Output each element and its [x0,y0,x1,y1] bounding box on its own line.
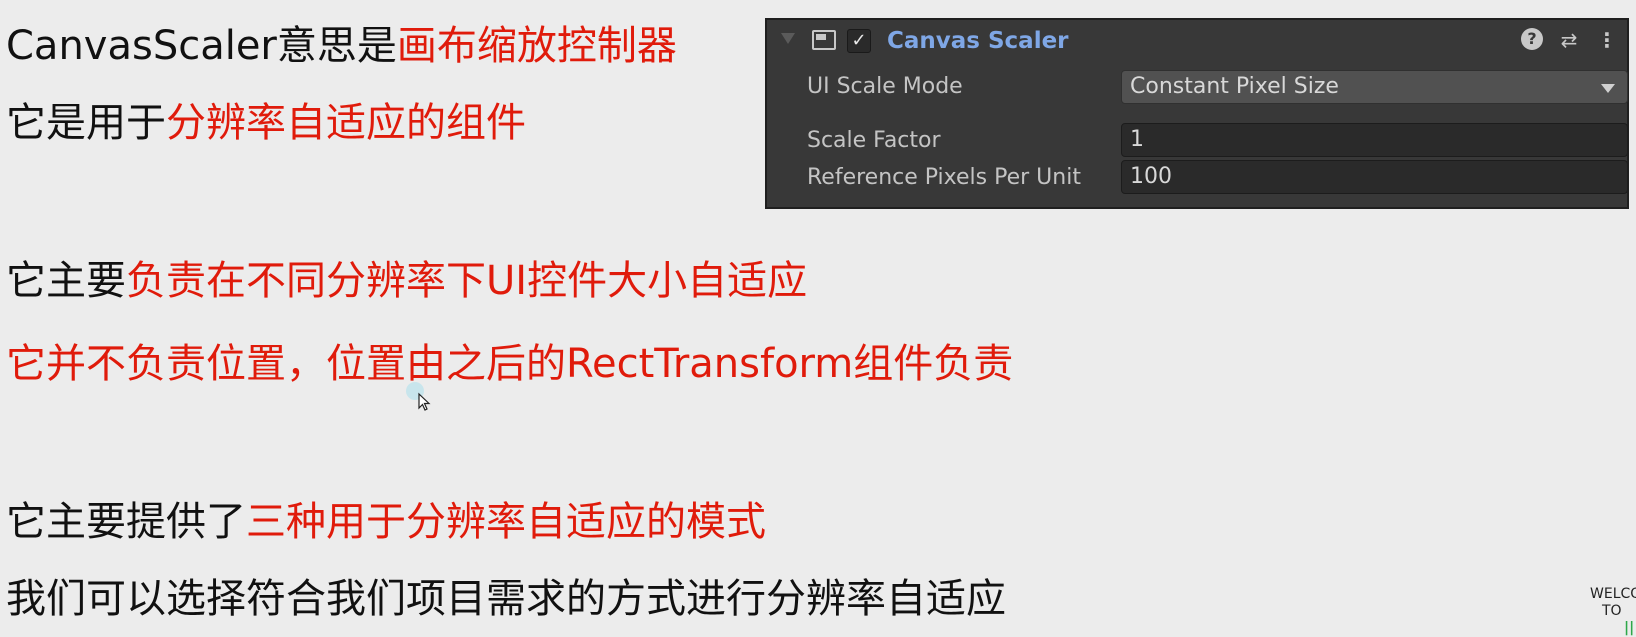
text-line-2: 它是用于分辨率自适应的组件 [6,97,526,149]
text-line-1: CanvasScaler意思是画布缩放控制器 [6,20,677,72]
ui-scale-mode-dropdown[interactable]: Constant Pixel Size [1121,70,1628,104]
corner-overlay-text: WELCO TO || [1590,586,1636,637]
component-title: Canvas Scaler [887,28,1069,54]
scale-factor-field[interactable]: 1 [1121,123,1628,157]
text-line-5: 它主要提供了三种用于分辨率自适应的模式 [6,496,766,548]
presets-icon[interactable]: ⇄ [1557,28,1581,52]
corner-line-3: || [1624,620,1635,636]
corner-line-1: WELCO [1590,586,1636,602]
text-segment: 它主要 [6,258,126,304]
component-enabled-checkbox[interactable]: ✓ [847,29,871,53]
text-segment: 它是用于 [6,100,166,146]
text-segment-highlight: 画布缩放控制器 [396,23,677,69]
text-segment-highlight: 负责在不同分辨率下UI控件大小自适应 [126,258,808,304]
foldout-arrow-icon[interactable] [781,33,795,44]
text-segment: 我们可以选择符合我们项目需求的方式进行分辨率自适应 [6,576,1006,622]
dropdown-arrow-icon [1601,84,1615,93]
reference-pixels-per-unit-label: Reference Pixels Per Unit [807,165,1081,190]
text-segment: 它主要提供了 [6,499,246,545]
scale-factor-label: Scale Factor [807,128,941,153]
text-segment: CanvasScaler意思是 [6,23,397,69]
text-segment-highlight: 分辨率自适应的组件 [166,100,526,146]
text-segment-highlight: 它并不负责位置，位置由之后的RectTransform组件负责 [6,341,1014,387]
text-line-3: 它主要负责在不同分辨率下UI控件大小自适应 [6,255,807,307]
reference-pixels-per-unit-field[interactable]: 100 [1121,160,1628,194]
component-header[interactable]: ✓ Canvas Scaler ? ⇄ ⋮ [767,20,1627,60]
canvas-scaler-component-icon [812,30,836,50]
text-segment-highlight: 三种用于分辨率自适应的模式 [246,499,766,545]
ui-scale-mode-value: Constant Pixel Size [1130,74,1339,99]
context-menu-icon[interactable]: ⋮ [1597,28,1617,52]
corner-line-2: TO [1602,603,1622,619]
mouse-cursor-icon [406,382,431,411]
help-icon[interactable]: ? [1521,28,1543,50]
canvas-scaler-inspector: ✓ Canvas Scaler ? ⇄ ⋮ UI Scale Mode Cons… [765,18,1629,209]
text-line-4: 它并不负责位置，位置由之后的RectTransform组件负责 [6,338,1013,390]
ui-scale-mode-label: UI Scale Mode [807,74,963,99]
text-line-6: 我们可以选择符合我们项目需求的方式进行分辨率自适应 [6,573,1006,625]
